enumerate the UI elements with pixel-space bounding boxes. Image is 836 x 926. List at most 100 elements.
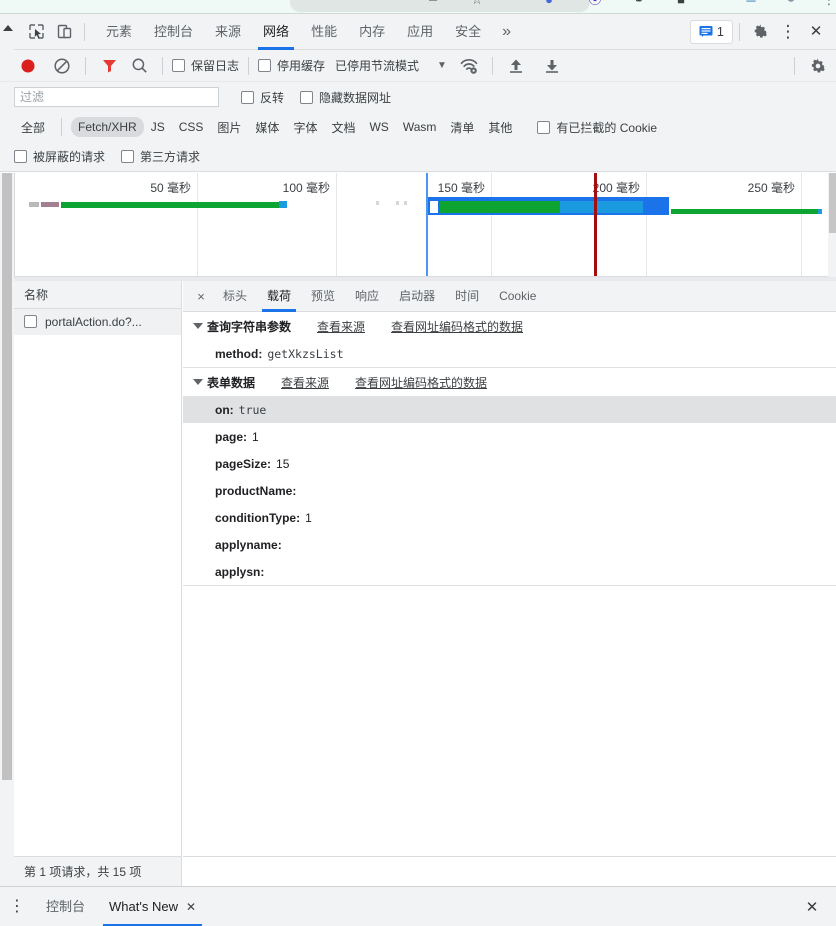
form-row-conditiontype[interactable]: conditionType: 1 [183, 504, 836, 531]
extension-underline-icon[interactable]: ═ [742, 0, 760, 8]
param-row-method[interactable]: method: getXkzsList [183, 340, 836, 367]
extension-glasses-icon[interactable]: ⚭ [630, 0, 648, 8]
more-tabs-chevron-icon[interactable]: » [492, 14, 521, 50]
inspect-element-icon[interactable] [22, 18, 50, 46]
form-row-applysn[interactable]: applysn: [183, 558, 836, 585]
type-chip-media[interactable]: 媒体 [248, 116, 286, 139]
triangle-down-icon[interactable] [193, 323, 203, 329]
detail-tab-initiator[interactable]: 启动器 [389, 281, 445, 312]
close-drawer-icon[interactable]: ✕ [796, 887, 836, 926]
drawer-tab-whats-new[interactable]: What's New ✕ [97, 887, 208, 926]
type-chip-js[interactable]: JS [144, 117, 172, 137]
panel-tab-application[interactable]: 应用 [396, 14, 444, 50]
form-row-page[interactable]: page: 1 [183, 423, 836, 450]
close-devtools-icon[interactable]: ✕ [802, 18, 830, 46]
type-chip-font[interactable]: 字体 [286, 116, 324, 139]
type-chip-wasm[interactable]: Wasm [396, 117, 444, 137]
network-conditions-wifi-icon[interactable] [455, 52, 483, 80]
chevron-down-icon[interactable]: ▼ [437, 60, 447, 71]
panel-tab-console[interactable]: 控制台 [143, 14, 204, 50]
third-party-checkbox[interactable]: 第三方请求 [121, 148, 200, 165]
panel-tab-elements[interactable]: 元素 [95, 14, 143, 50]
blocked-requests-box[interactable] [14, 150, 27, 163]
close-detail-icon[interactable]: × [189, 281, 213, 312]
form-row-applyname[interactable]: applyname: [183, 531, 836, 558]
form-data-view-urlencoded-link[interactable]: 查看网址编码格式的数据 [355, 374, 487, 391]
left-scrollbar-thumb[interactable] [2, 173, 12, 780]
extension-blue-icon[interactable]: ● [540, 0, 558, 8]
panel-tab-security[interactable]: 安全 [444, 14, 492, 50]
hide-data-urls-checkbox[interactable]: 隐藏数据网址 [300, 89, 391, 106]
invert-checkbox[interactable]: 反转 [241, 89, 284, 106]
type-chip-doc[interactable]: 文档 [324, 116, 362, 139]
invert-box[interactable] [241, 90, 254, 104]
preserve-log-checkbox[interactable]: 保留日志 [172, 57, 239, 74]
blocked-requests-checkbox[interactable]: 被屏蔽的请求 [14, 148, 105, 165]
form-data-section-header[interactable]: 表单数据 查看来源 查看网址编码格式的数据 [183, 368, 836, 396]
overview-scrollbar-thumb[interactable] [829, 173, 836, 233]
form-row-productname[interactable]: productName: [183, 477, 836, 504]
panel-tab-sources[interactable]: 来源 [204, 14, 252, 50]
query-string-section-header[interactable]: 查询字符串参数 查看来源 查看网址编码格式的数据 [183, 312, 836, 340]
form-row-pagesize[interactable]: pageSize: 15 [183, 450, 836, 477]
network-overview-timeline[interactable]: 50 毫秒 100 毫秒 150 毫秒 200 毫秒 250 毫秒 [14, 173, 836, 277]
triangle-down-icon-2[interactable] [193, 379, 203, 385]
profile-avatar-icon[interactable]: ● [782, 0, 800, 6]
drawer-tab-console[interactable]: 控制台 [34, 887, 97, 926]
blocked-cookies-checkbox[interactable]: 有已拦截的 Cookie [537, 119, 657, 136]
import-har-upload-icon[interactable] [502, 52, 530, 80]
panel-tab-network[interactable]: 网络 [252, 14, 300, 50]
type-chip-ws[interactable]: WS [362, 117, 395, 137]
detail-tab-cookies[interactable]: Cookie [489, 281, 546, 312]
star-icon[interactable]: ☆ [468, 0, 486, 8]
disable-cache-checkbox[interactable]: 停用缓存 [258, 57, 325, 74]
preserve-log-box[interactable] [172, 59, 185, 72]
selection-left-handle[interactable] [430, 201, 438, 213]
clear-icon[interactable] [48, 52, 76, 80]
extension-dark-icon[interactable]: ■ [672, 0, 690, 8]
hide-data-urls-box[interactable] [300, 90, 314, 104]
type-chip-fetch-xhr[interactable]: Fetch/XHR [71, 117, 144, 137]
export-har-download-icon[interactable] [538, 52, 566, 80]
network-settings-gear-icon[interactable] [804, 52, 832, 80]
detail-tab-payload[interactable]: 载荷 [257, 281, 301, 312]
type-chip-other[interactable]: 其他 [481, 116, 519, 139]
extension-quotes-icon[interactable]: “ [704, 0, 722, 8]
panel-tab-performance[interactable]: 性能 [300, 14, 348, 50]
overview-vertical-scrollbar[interactable] [828, 173, 836, 277]
drawer-more-tools-dots-icon[interactable]: ⋮ [0, 887, 34, 926]
drawer-tab-close-icon[interactable]: ✕ [186, 887, 196, 926]
type-chip-manifest[interactable]: 清单 [443, 116, 481, 139]
gear-icon[interactable] [746, 18, 774, 46]
type-chip-css[interactable]: CSS [172, 117, 211, 137]
left-vertical-scrollbar[interactable] [0, 173, 14, 886]
scroll-up-arrow-icon[interactable] [0, 13, 14, 50]
message-count-badge[interactable]: 1 [689, 19, 733, 44]
search-icon[interactable] [125, 52, 153, 80]
form-data-view-source-link[interactable]: 查看来源 [281, 374, 329, 391]
request-list-header[interactable]: 名称 [14, 281, 181, 309]
more-options-dots-icon[interactable]: ⋮ [774, 18, 802, 46]
request-row-checkbox[interactable] [24, 315, 37, 328]
filter-input[interactable] [14, 87, 219, 107]
overview-selection-window[interactable] [426, 197, 669, 215]
third-party-box[interactable] [121, 150, 135, 163]
blocked-cookies-box[interactable] [537, 120, 551, 134]
form-row-on[interactable]: on: true [183, 396, 836, 423]
type-chip-img[interactable]: 图片 [210, 116, 248, 139]
detail-tab-headers[interactable]: 标头 [213, 281, 257, 312]
browser-menu-dots-icon[interactable]: ⋮ [820, 0, 836, 8]
detail-tab-response[interactable]: 响应 [345, 281, 389, 312]
minimize-icon[interactable]: ━ [424, 0, 442, 8]
panel-tab-memory[interactable]: 内存 [348, 14, 396, 50]
detail-tab-preview[interactable]: 预览 [301, 281, 345, 312]
request-list-row[interactable]: portalAction.do?... [14, 309, 181, 335]
query-string-view-urlencoded-link[interactable]: 查看网址编码格式的数据 [391, 318, 523, 335]
disable-cache-box[interactable] [258, 59, 272, 72]
extension-purple-icon[interactable]: ⦿ [586, 0, 604, 8]
throttling-dropdown[interactable]: 已停用节流模式 ▼ [335, 57, 447, 74]
query-string-view-source-link[interactable]: 查看来源 [317, 318, 365, 335]
toggle-device-toolbar-icon[interactable] [50, 18, 78, 46]
type-chip-all[interactable]: 全部 [14, 116, 52, 139]
record-stop-icon[interactable] [14, 52, 42, 80]
